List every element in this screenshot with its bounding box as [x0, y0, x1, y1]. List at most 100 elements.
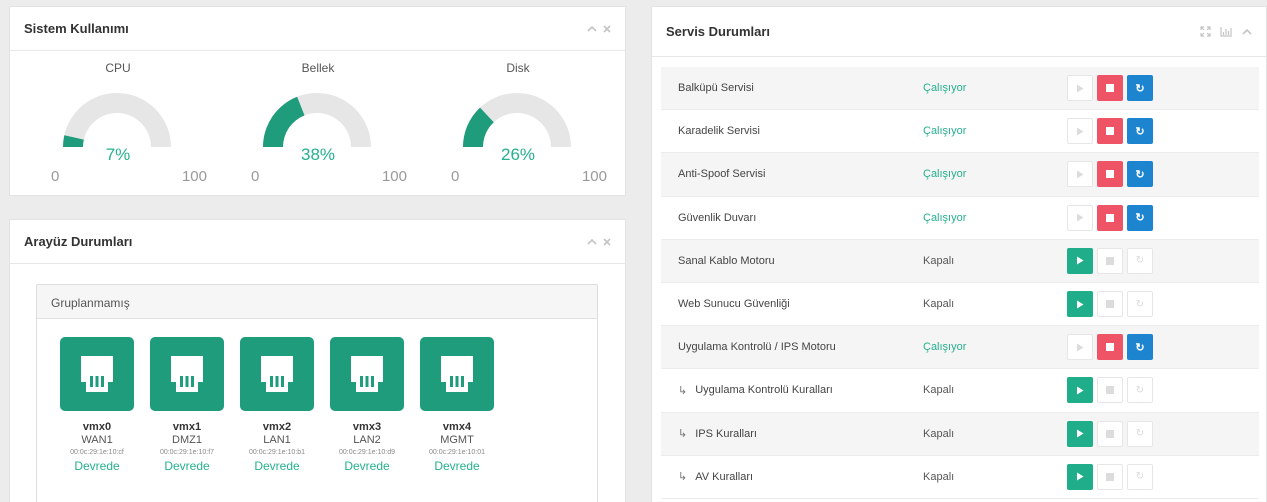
- port-mac: 00:0c:29:1e:10:cf: [70, 449, 124, 456]
- restart-button[interactable]: ↻: [1127, 118, 1153, 145]
- restart-button[interactable]: ↻: [1127, 463, 1153, 490]
- restart-button[interactable]: ↻: [1127, 161, 1153, 188]
- stop-button[interactable]: [1097, 161, 1123, 188]
- service-state: Kapalı: [923, 427, 955, 440]
- service-name: Güvenlik Duvarı: [661, 212, 923, 224]
- stop-icon: [1106, 127, 1114, 136]
- gauge-label: Bellek: [301, 61, 335, 75]
- start-button[interactable]: [1067, 420, 1093, 447]
- service-name: Sanal Kablo Motoru: [661, 255, 923, 267]
- chevron-up-icon[interactable]: [587, 25, 597, 33]
- restart-button[interactable]: ↻: [1127, 291, 1153, 318]
- service-name: ↳ Uygulama Kontrolü Kuralları: [661, 384, 923, 397]
- restart-icon: ↻: [1135, 125, 1145, 138]
- port-mac: 00:0c:29:1e:10:d9: [338, 449, 396, 456]
- service-row: ↳ IPS Kuralları Kapalı ↻: [661, 412, 1259, 456]
- restart-button[interactable]: ↻: [1127, 247, 1153, 274]
- ethernet-port-icon[interactable]: [150, 337, 224, 411]
- restart-button[interactable]: ↻: [1127, 377, 1153, 404]
- close-icon[interactable]: [603, 24, 611, 33]
- service-name-text: Web Sunucu Güvenliği: [678, 298, 790, 311]
- start-button[interactable]: [1067, 118, 1093, 145]
- start-button[interactable]: [1067, 161, 1093, 188]
- stop-icon: [1106, 213, 1114, 222]
- restart-icon: ↻: [1135, 82, 1145, 95]
- service-state: Çalışıyor: [923, 211, 967, 224]
- restart-icon: ↻: [1135, 212, 1145, 225]
- service-state: Kapalı: [923, 384, 955, 397]
- ethernet-port-icon[interactable]: [60, 337, 134, 411]
- port-status: Devrede: [254, 459, 300, 473]
- gauge-disk: Disk 26% 0 100: [443, 61, 607, 191]
- port-status: Devrede: [74, 459, 120, 473]
- service-state: Çalışıyor: [923, 168, 967, 181]
- gauge-row: CPU 7% 0 100 Bellek 38% 0 100 Disk 26% 0 100: [10, 51, 625, 196]
- start-button[interactable]: [1067, 75, 1093, 102]
- interface-port-vmx3[interactable]: vmx3 LAN2 00:0c:29:1e:10:d9 Devrede: [330, 337, 404, 473]
- close-icon[interactable]: [603, 237, 611, 246]
- stop-button[interactable]: [1097, 118, 1123, 145]
- stop-button[interactable]: [1097, 204, 1123, 231]
- gauge-percent: 7%: [105, 145, 131, 164]
- system-usage-panel: Sistem Kullanımı CPU 7% 0 100 Bellek 38% 0 100 D…: [9, 6, 626, 196]
- gauge-arc: [63, 93, 171, 147]
- stop-button[interactable]: [1097, 463, 1123, 490]
- service-row: Web Sunucu Güvenliği Kapalı ↻: [661, 283, 1259, 327]
- start-button[interactable]: [1067, 334, 1093, 361]
- service-name: ↳ AV Kuralları: [661, 470, 923, 484]
- stop-button[interactable]: [1097, 247, 1123, 274]
- ethernet-port-icon[interactable]: [240, 337, 314, 411]
- start-button[interactable]: [1067, 204, 1093, 231]
- expand-icon[interactable]: [1200, 26, 1211, 37]
- sub-item-arrow-icon: ↳: [678, 384, 688, 397]
- stop-button[interactable]: [1097, 291, 1123, 318]
- restart-button[interactable]: ↻: [1127, 204, 1153, 231]
- service-name-text: Güvenlik Duvarı: [678, 211, 757, 224]
- service-state: Kapalı: [923, 298, 955, 311]
- stop-button[interactable]: [1097, 334, 1123, 361]
- chevron-up-icon[interactable]: [1242, 28, 1252, 36]
- gauge-fill: [263, 96, 305, 147]
- interface-port-vmx0[interactable]: vmx0 WAN1 00:0c:29:1e:10:cf Devrede: [60, 337, 134, 473]
- ethernet-port-icon[interactable]: [420, 337, 494, 411]
- gauge-label: CPU: [105, 61, 131, 75]
- port-status: Devrede: [434, 459, 480, 473]
- interface-port-vmx4[interactable]: vmx4 MGMT 00:0c:29:1e:10:01 Devrede: [420, 337, 494, 473]
- restart-button[interactable]: ↻: [1127, 75, 1153, 102]
- service-name: Balküpü Servisi: [661, 82, 923, 94]
- stop-button[interactable]: [1097, 420, 1123, 447]
- port-name: vmx3: [352, 421, 382, 433]
- service-name: ↳ IPS Kuralları: [661, 427, 923, 441]
- service-name-text: IPS Kuralları: [695, 427, 757, 440]
- stop-button[interactable]: [1097, 75, 1123, 102]
- service-row: ↳ AV Kuralları Kapalı ↻: [661, 456, 1259, 499]
- service-name-text: AV Kuralları: [695, 470, 754, 483]
- restart-button[interactable]: ↻: [1127, 334, 1153, 361]
- restart-icon: ↻: [1135, 255, 1145, 267]
- service-name-text: Uygulama Kontrolü / IPS Motoru: [678, 341, 836, 354]
- port-zone: LAN2: [353, 434, 381, 446]
- sub-item-arrow-icon: ↳: [678, 471, 688, 484]
- ethernet-port-icon[interactable]: [330, 337, 404, 411]
- start-button[interactable]: [1067, 247, 1093, 274]
- start-button[interactable]: [1067, 291, 1093, 318]
- stop-icon: [1106, 386, 1114, 395]
- start-button[interactable]: [1067, 463, 1093, 490]
- service-row: Güvenlik Duvarı Çalışıyor ↻: [661, 197, 1259, 240]
- service-row: Anti-Spoof Servisi Çalışıyor ↻: [661, 153, 1259, 197]
- bar-chart-icon[interactable]: [1220, 26, 1233, 37]
- stop-icon: [1106, 300, 1114, 309]
- restart-icon: ↻: [1135, 168, 1145, 181]
- service-status-panel: Servis Durumları Balküpü Servisi Çalışıyo…: [651, 6, 1267, 502]
- restart-button[interactable]: ↻: [1127, 420, 1153, 447]
- interface-port-vmx1[interactable]: vmx1 DMZ1 00:0c:29:1e:10:f7 Devrede: [150, 337, 224, 473]
- start-button[interactable]: [1067, 377, 1093, 404]
- panel-title: Arayüz Durumları: [24, 234, 133, 249]
- restart-icon: ↻: [1135, 341, 1145, 354]
- port-zone: DMZ1: [172, 434, 202, 446]
- restart-icon: ↻: [1135, 384, 1145, 396]
- service-row: Uygulama Kontrolü / IPS Motoru Çalışıyor ↻: [661, 326, 1259, 370]
- stop-button[interactable]: [1097, 377, 1123, 404]
- interface-port-vmx2[interactable]: vmx2 LAN1 00:0c:29:1e:10:b1 Devrede: [240, 337, 314, 473]
- chevron-up-icon[interactable]: [587, 238, 597, 246]
